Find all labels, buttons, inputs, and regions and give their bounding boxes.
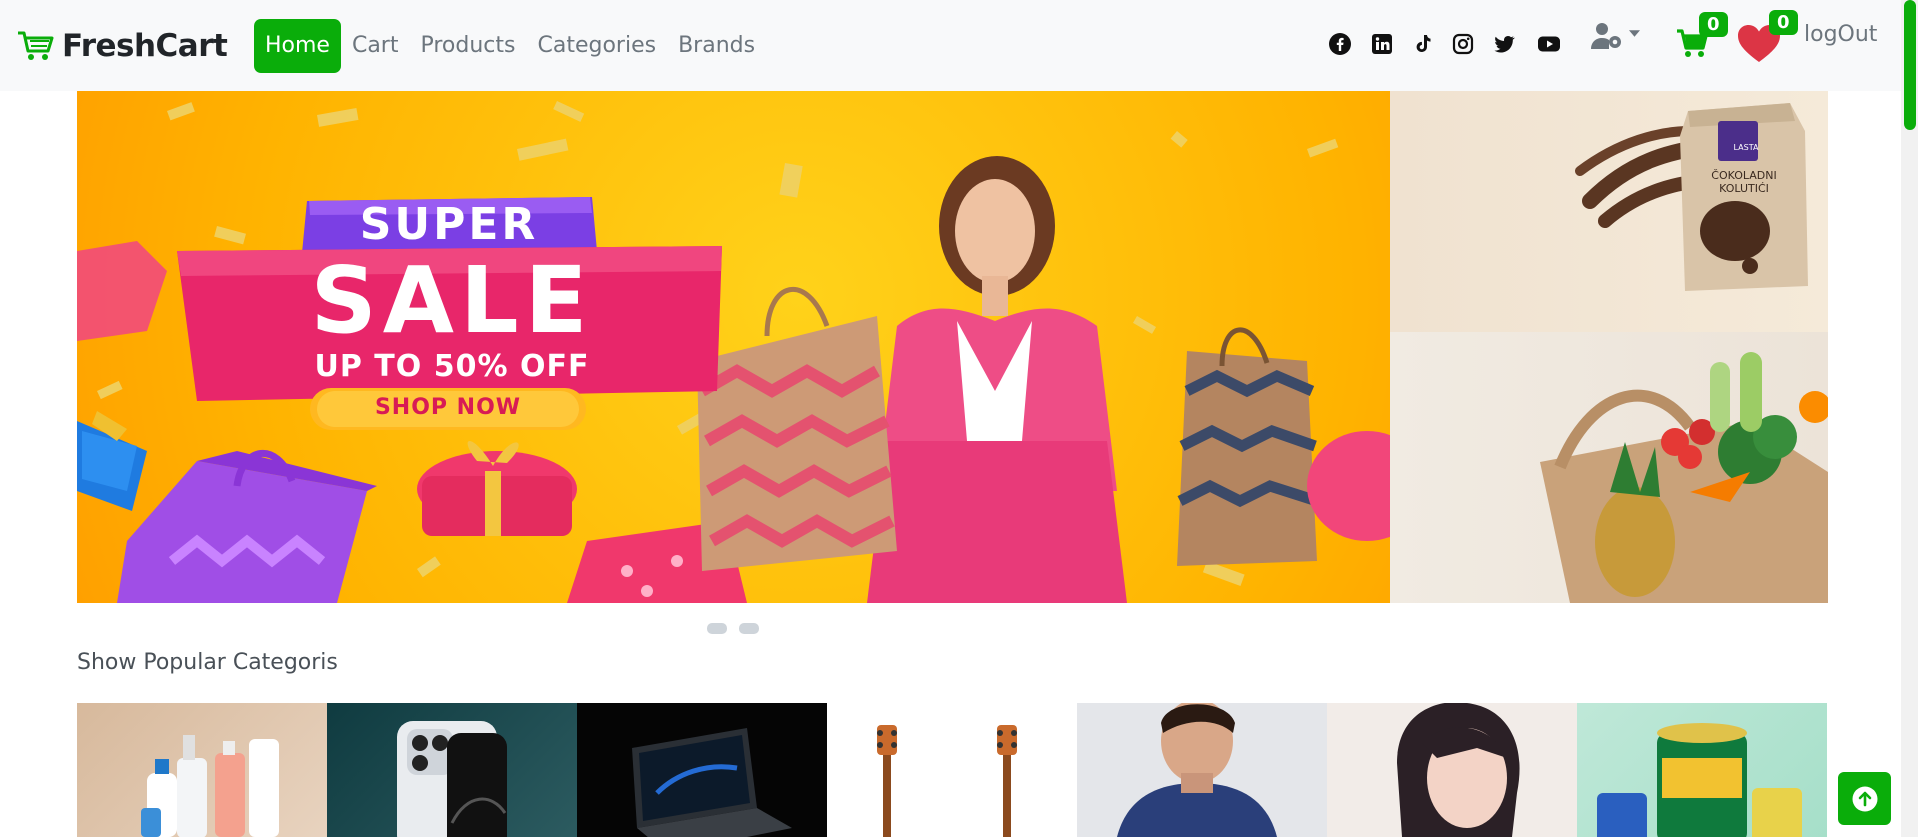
tiktok-icon[interactable] (1411, 32, 1435, 56)
brand-name: FreshCart (62, 28, 228, 64)
categories-slider (77, 703, 1827, 837)
popular-categories-title: Show Popular Categoris (77, 650, 338, 675)
grocery-bag-image (1540, 352, 1828, 603)
category-card-mobiles[interactable] (327, 703, 577, 837)
chocolate-product-image (1575, 103, 1808, 291)
nav-link-home[interactable]: Home (254, 19, 341, 73)
category-card-men-fashion[interactable] (1077, 703, 1327, 837)
cosmetics-image (141, 735, 279, 837)
cart-logo-icon (18, 31, 54, 60)
category-card-music[interactable] (827, 703, 1077, 837)
category-card-women-fashion[interactable] (1327, 703, 1577, 837)
side-banner-chocolate[interactable]: LASTA ČOKOLADNI KOLUTIĆI (1390, 91, 1828, 332)
nav-link-cart[interactable]: Cart (341, 19, 410, 73)
nav-link-categories[interactable]: Categories (526, 19, 667, 73)
nav-link-products[interactable]: Products (409, 19, 526, 73)
main-nav: Home Cart Products Categories Brands (254, 19, 766, 73)
side-banner-groceries[interactable] (1390, 332, 1828, 603)
category-card-laptops[interactable] (577, 703, 827, 837)
shop-now-button[interactable]: SHOP NOW (310, 395, 586, 420)
music-image (877, 725, 1017, 837)
product-bag-title: ČOKOLADNI KOLUTIĆI (1711, 169, 1777, 195)
men-fashion-image (1117, 703, 1277, 837)
banner-super-text: SUPER (359, 199, 539, 250)
product-bag-brand: LASTA (1733, 143, 1759, 152)
cart-count-badge: 0 (1699, 12, 1728, 37)
linkedin-icon[interactable] (1370, 32, 1394, 56)
wishlist-count-badge: 0 (1769, 10, 1798, 35)
laptops-image (632, 728, 792, 837)
user-gear-icon (1591, 23, 1621, 49)
scroll-to-top-button[interactable] (1838, 772, 1891, 825)
brand-logo[interactable]: FreshCart (16, 26, 228, 66)
mobiles-image (397, 721, 507, 837)
scrollbar-thumb[interactable] (1904, 0, 1916, 130)
banner-sale-text: SALE (310, 247, 594, 354)
category-card-supermarket[interactable] (1577, 703, 1827, 837)
slider-dot[interactable] (739, 623, 759, 634)
category-card-cosmetics[interactable] (77, 703, 327, 837)
youtube-icon[interactable] (1536, 32, 1562, 56)
logout-link[interactable]: logOut (1804, 22, 1877, 47)
facebook-icon[interactable] (1328, 32, 1352, 56)
navbar: FreshCart Home Cart Products Categories … (0, 0, 1901, 91)
slider-dots (707, 623, 759, 634)
caret-down-icon (1629, 29, 1640, 37)
nav-link-brands[interactable]: Brands (667, 19, 766, 73)
twitter-icon[interactable] (1492, 32, 1516, 56)
banner-discount-text: UP TO 50% OFF (314, 349, 590, 384)
user-settings-dropdown[interactable] (1591, 22, 1640, 50)
instagram-icon[interactable] (1451, 32, 1475, 56)
main-sale-banner[interactable]: SUPER SALE UP TO 50% OFF SHOP NOW (77, 91, 1390, 603)
women-fashion-image (1397, 703, 1520, 837)
slider-dot[interactable] (707, 623, 727, 634)
supermarket-image (1597, 723, 1802, 837)
arrow-up-circle-icon (1852, 786, 1877, 811)
